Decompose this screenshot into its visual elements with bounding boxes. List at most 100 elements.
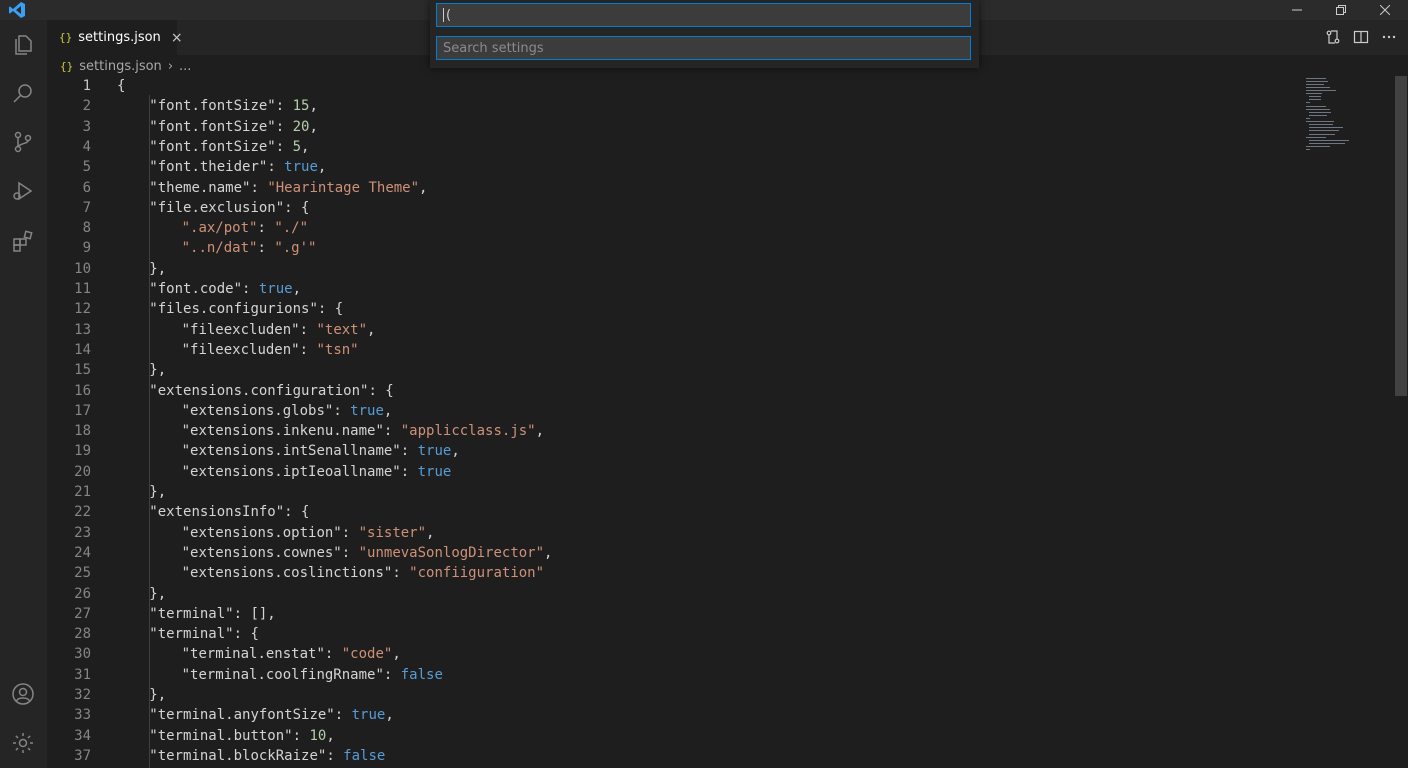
code-token: "terminal.enstat" [181,646,325,663]
code-line[interactable]: 18 "extensions.inkenu.name": "applicclass… [47,421,1393,441]
code-text: "font.fontSize": 5, [149,137,309,157]
line-number: 13 [74,321,91,338]
more-actions-icon[interactable] [1380,28,1398,46]
code-token: }, [149,362,167,379]
open-changes-icon[interactable] [1324,28,1342,46]
minimize-icon[interactable] [1274,0,1320,20]
command-input-value: ( [446,7,452,23]
code-line[interactable]: 20 "extensions.iptIeoallname": true [47,462,1393,482]
code-line[interactable]: 4 "font.fontSize": 5, [47,137,1393,157]
code-text: "font.fontSize": 20, [149,117,318,137]
split-editor-icon[interactable] [1352,28,1370,46]
code-line[interactable]: 23 "extensions.option": "sister", [47,523,1393,543]
code-line[interactable]: 32}, [47,685,1393,705]
code-line[interactable]: 16 "extensions.configuration": { [47,381,1393,401]
code-line[interactable]: 34 "terminal.button": 10, [47,726,1393,746]
code-token: "terminal.coolfingRname" [181,666,384,683]
code-line[interactable]: 31 "terminal.coolfingRname": false [47,665,1393,685]
code-line[interactable]: 5 "font.theider": true, [47,157,1393,177]
tab-close-icon[interactable]: × [171,30,183,46]
line-number: 28 [74,626,91,643]
scrollbar-thumb[interactable] [1395,76,1407,396]
code-line[interactable]: 9 "..n/dat": ".g'" [47,238,1393,258]
code-token: "font.fontSize" [149,98,276,115]
code-token: : { [317,301,344,318]
line-number: 6 [82,179,91,196]
code-line[interactable]: 7 "file.exclusion": { [47,198,1393,218]
code-line[interactable]: 17 "extensions.globs": true, [47,401,1393,421]
code-editor[interactable]: 1{2 "font.fontSize": 15, 3 "font.fontSize":… [47,76,1393,768]
line-number: 11 [74,281,91,297]
code-line[interactable]: 1{ [47,76,1393,96]
code-token: : [333,402,351,419]
code-token: , [544,544,553,561]
code-text: "terminal.blockRaize": false [149,746,385,766]
code-line[interactable]: 28 "terminal": { [47,624,1393,644]
breadcrumb-file[interactable]: settings.json [79,59,162,74]
code-line[interactable]: 2 "font.fontSize": 15, [47,96,1393,116]
code-token: "extensions.intSenallname" [181,443,401,460]
indent-guide [149,95,150,768]
code-line[interactable]: 6 "theme.name": "Hearintage Theme", [47,178,1393,198]
code-line[interactable]: 21}, [47,482,1393,502]
text-cursor [443,8,444,22]
source-control-icon[interactable] [9,128,37,156]
extensions-icon[interactable] [9,227,37,255]
code-token: }, [149,484,167,500]
code-token: : { [284,504,310,521]
code-token: "unmevaSonlogDirector" [358,544,545,561]
line-number: 4 [82,138,91,155]
code-line[interactable]: 13 "fileexcluden": "text", [47,320,1393,340]
code-line[interactable]: 3 "font.fontSize": 20, [47,117,1393,137]
code-line[interactable]: 33 "terminal.anyfontSize": true, [47,705,1393,725]
line-number: 21 [74,484,91,500]
code-line[interactable]: 37 "terminal.blockRaize": false [47,746,1393,766]
code-line[interactable]: 12 "files.configurions": { [47,299,1393,319]
code-line[interactable]: 30 "terminal.enstat": "code", [47,644,1393,664]
code-line[interactable]: 19 "extensions.intSenallname": true, [47,441,1393,461]
code-token: "extensions.inkenu.name" [181,423,384,440]
code-line[interactable]: 24 "extensions.cownes": "unmevaSonlogDire… [47,543,1393,563]
code-line[interactable]: 8 ".ax/pot": "./" [47,218,1393,238]
line-number: 18 [74,423,91,440]
code-token: "extensions.iptIeoallname" [181,463,401,480]
tab-settings-json[interactable]: {} settings.json × [47,20,183,55]
search-settings-input[interactable]: Search settings [436,36,971,60]
minimap[interactable] [1300,76,1380,156]
run-debug-icon[interactable] [9,177,37,205]
code-line[interactable]: 27 "terminal": [], [47,604,1393,624]
line-number: 26 [74,585,91,602]
code-text: }, [149,360,166,380]
code-line[interactable]: 26}, [47,584,1393,604]
code-line[interactable]: 22 "extensionsInfo": { [47,502,1393,522]
command-input[interactable]: ( [436,3,971,27]
restore-icon[interactable] [1318,0,1364,20]
command-palette: ( Search settings [430,0,979,68]
code-token: : [257,240,275,257]
code-token: true [351,707,386,724]
code-token: , [383,402,393,419]
code-line[interactable]: 15}, [47,360,1393,380]
code-token: "terminal.button" [149,727,293,744]
code-line[interactable]: 11 "font.code": true, [47,279,1393,299]
settings-gear-icon[interactable] [9,729,37,757]
code-line[interactable]: 25 "extensions.coslinctions": "confiigura… [47,563,1393,583]
search-icon[interactable] [9,79,37,107]
code-token: : [250,179,268,196]
account-icon[interactable] [9,680,37,708]
code-token: , [451,443,460,460]
code-token: , [392,646,401,663]
explorer-icon[interactable] [9,31,37,59]
tab-label: settings.json [78,30,161,45]
code-token: "./" [274,220,309,237]
code-line[interactable]: 10}, [47,259,1393,279]
code-token: : { [284,199,310,216]
code-token: "applicclass.js" [400,423,536,440]
code-token: "terminal" [149,626,234,643]
breadcrumb-rest[interactable]: ... [179,59,191,74]
code-token: "theme.name" [149,179,251,196]
code-line[interactable]: 14 "fileexcluden": "tsn" [47,340,1393,360]
code-token: : [392,565,410,582]
code-token: "extensions.configuration" [149,382,369,399]
close-icon[interactable] [1362,0,1408,20]
